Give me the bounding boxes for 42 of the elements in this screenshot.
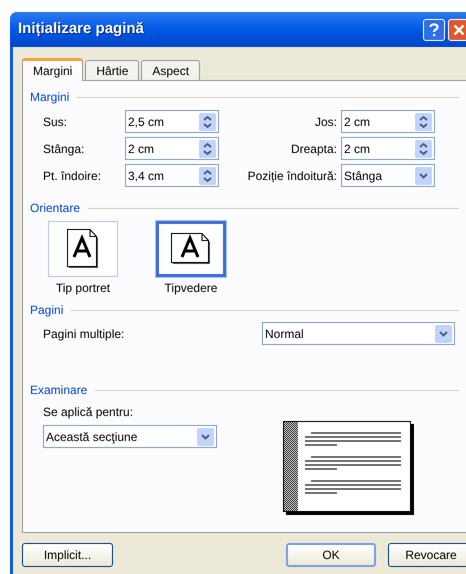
window-title: Inițializare pagină (18, 19, 145, 40)
spin-arrows-icon[interactable] (199, 140, 216, 158)
spin-field[interactable]: 2 cm (341, 110, 435, 133)
orientation-option[interactable] (48, 221, 118, 277)
field-label: Se aplică pentru: (43, 404, 134, 421)
select-field[interactable]: Stânga (341, 164, 435, 187)
section-heading: Pagini (30, 302, 64, 319)
orientation-label: Tipvedere (164, 280, 218, 297)
close-icon (453, 24, 465, 36)
landscape-page-icon (171, 233, 211, 265)
field-label: Pt. îndoire: (43, 168, 102, 184)
section-heading: Orientare (30, 200, 80, 217)
help-button[interactable] (423, 18, 445, 40)
portrait-page-icon (67, 229, 99, 269)
dialog-button[interactable]: Implicit... (22, 543, 113, 567)
select-field[interactable]: Normal (262, 322, 455, 345)
field-label: Pagini multiple: (43, 326, 126, 342)
spin-field[interactable]: 3,4 cm (125, 164, 219, 187)
question-mark-icon (429, 22, 439, 36)
tab[interactable]: Hârtie (85, 60, 140, 80)
field-label: Sus: (43, 114, 68, 130)
field-label: Stânga: (43, 140, 86, 158)
spin-arrows-icon[interactable] (415, 112, 432, 130)
tab[interactable]: Aspect (141, 60, 200, 80)
spin-arrows-icon[interactable] (199, 112, 216, 130)
dialog-button[interactable]: OK (286, 543, 376, 567)
spin-arrows-icon[interactable] (199, 166, 216, 184)
field-label: Dreapta: (290, 140, 337, 158)
field-label: Jos: (314, 114, 337, 130)
spin-field[interactable]: 2 cm (341, 137, 435, 160)
spin-field[interactable]: 2,5 cm (125, 110, 219, 133)
field-label: Poziție îndoitură: (248, 168, 337, 184)
select-field[interactable]: Această secţiune (43, 425, 217, 448)
dialog-button[interactable]: Revocare (388, 543, 466, 567)
tab[interactable]: Margini (22, 58, 84, 81)
section-heading: Margini (30, 89, 70, 106)
spin-arrows-icon[interactable] (415, 140, 432, 158)
orientation-option[interactable] (156, 221, 226, 277)
close-button[interactable] (448, 18, 466, 40)
spin-field[interactable]: 2 cm (125, 137, 219, 160)
orientation-label: Tip portret (56, 280, 110, 297)
section-heading: Examinare (30, 382, 88, 399)
